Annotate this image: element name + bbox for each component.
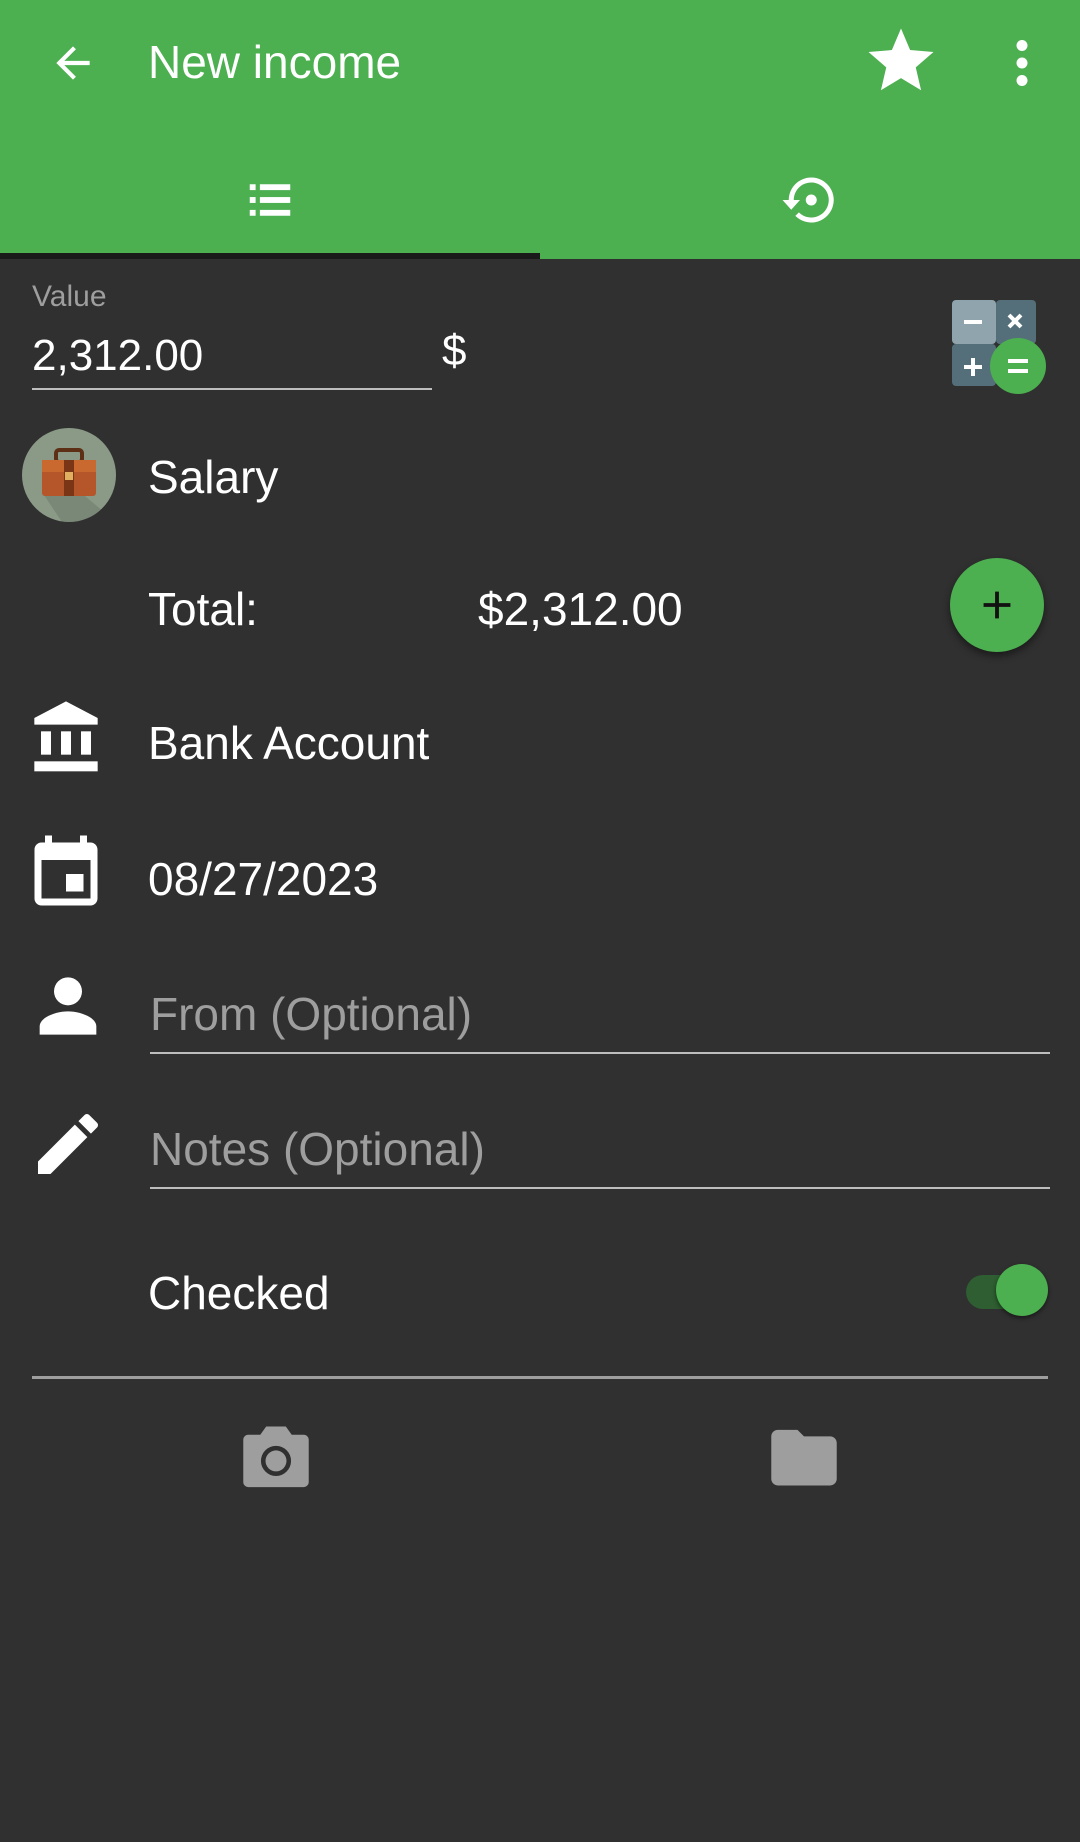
tab-recurrence[interactable] — [540, 140, 1080, 259]
bank-icon — [26, 696, 106, 776]
account-name[interactable]: Bank Account — [148, 716, 429, 770]
camera-icon — [243, 1426, 309, 1488]
pencil-icon — [28, 1104, 108, 1184]
currency-symbol[interactable]: $ — [442, 326, 466, 376]
value-label: Value — [32, 280, 107, 313]
page-title: New income — [148, 36, 402, 88]
add-split-button[interactable] — [950, 558, 1044, 652]
history-icon — [782, 177, 834, 222]
star-icon — [868, 28, 934, 91]
total-value: $2,312.00 — [478, 583, 683, 635]
favorite-button[interactable] — [862, 22, 940, 100]
tab-details[interactable] — [0, 140, 540, 259]
divider — [32, 1376, 1048, 1379]
app-bar: New income — [0, 0, 1080, 259]
checked-label: Checked — [148, 1267, 330, 1319]
calculator-icon — [952, 300, 1046, 394]
calculator-button[interactable] — [950, 298, 1048, 396]
more-options-button[interactable] — [992, 30, 1052, 96]
camera-button[interactable] — [236, 1420, 316, 1492]
tab-indicator — [0, 253, 540, 259]
notes-field[interactable]: Notes (Optional) — [150, 1117, 1050, 1189]
calendar-icon — [24, 832, 104, 912]
total-label: Total: — [148, 583, 258, 635]
folder-button[interactable] — [764, 1420, 844, 1492]
more-vert-icon — [1016, 40, 1028, 86]
category-name[interactable]: Salary — [148, 450, 278, 504]
toggle-knob — [996, 1264, 1048, 1316]
checked-toggle[interactable] — [966, 1262, 1050, 1318]
back-arrow-icon — [56, 46, 90, 80]
category-avatar[interactable] — [22, 428, 116, 522]
folder-icon — [771, 1429, 837, 1486]
briefcase-icon — [42, 448, 116, 522]
date-value[interactable]: 08/27/2023 — [148, 852, 378, 906]
value-input[interactable]: 2,312.00 — [32, 328, 432, 390]
back-button[interactable] — [40, 30, 106, 96]
from-field[interactable]: From (Optional) — [150, 982, 1050, 1054]
person-icon — [28, 968, 108, 1048]
plus-icon — [983, 591, 1011, 619]
list-icon — [249, 183, 291, 216]
